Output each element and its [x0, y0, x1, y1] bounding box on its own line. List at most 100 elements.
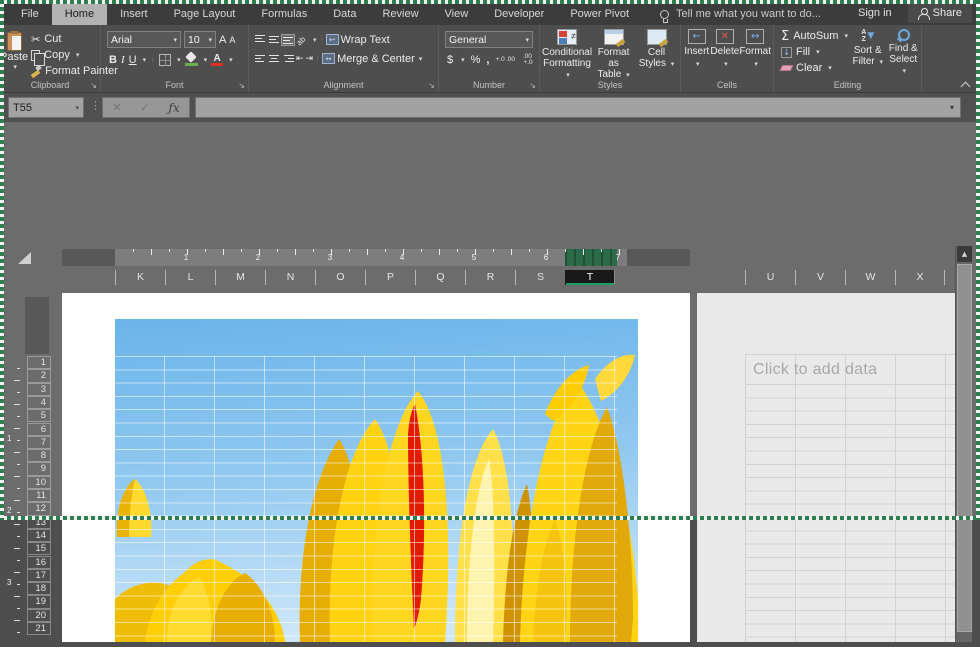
font-family-combobox[interactable]: Arial ▾	[107, 31, 181, 48]
row-header-13[interactable]: 13	[27, 516, 51, 529]
row-header-9[interactable]: 9	[27, 462, 51, 475]
fill-button[interactable]: ↓ Fill ▾	[778, 44, 850, 60]
shrink-font-button[interactable]: A	[229, 35, 235, 45]
copy-dropdown-icon[interactable]: ▾	[76, 51, 80, 59]
click-to-add-data-placeholder[interactable]: Click to add data	[753, 361, 877, 379]
currency-dropdown-icon[interactable]: ▾	[461, 56, 465, 64]
font-color-dropdown-icon[interactable]: ▾	[229, 56, 233, 64]
scroll-up-icon[interactable]: ▲	[957, 246, 972, 262]
row-header-17[interactable]: 17	[27, 569, 51, 582]
worksheet-page-2[interactable]: Click to add data	[697, 293, 955, 642]
formula-input[interactable]: ▾	[195, 97, 961, 118]
fill-dropdown-icon[interactable]: ▾	[816, 48, 820, 56]
borders-icon[interactable]	[159, 54, 171, 66]
borders-dropdown-icon[interactable]: ▾	[177, 56, 181, 64]
cancel-icon[interactable]: ✕	[112, 101, 121, 114]
share-button[interactable]: Share	[908, 2, 972, 23]
row-header-2[interactable]: 2	[27, 369, 51, 382]
tab-view[interactable]: View	[432, 3, 482, 25]
delete-dropdown-icon[interactable]: ▾	[724, 59, 728, 70]
decrease-decimal-button[interactable]: .00 +.0	[521, 54, 535, 66]
orientation-button[interactable]: ab	[295, 32, 311, 48]
number-dialog-launcher[interactable]: ↘	[529, 81, 536, 90]
tab-file[interactable]: File	[8, 3, 52, 25]
font-color-icon[interactable]: A	[211, 53, 223, 66]
formula-bar-resize-handle[interactable]: ⋮	[90, 99, 101, 112]
underline-dropdown-icon[interactable]: ▾	[143, 56, 147, 64]
name-box[interactable]: T55 ▾	[8, 97, 84, 118]
select-all-corner-icon[interactable]	[18, 252, 31, 264]
tab-power-pivot[interactable]: Power Pivot	[557, 3, 642, 25]
row-header-19[interactable]: 19	[27, 595, 51, 608]
increase-decimal-button[interactable]: +.0 .00	[495, 57, 515, 63]
bold-button[interactable]: B	[109, 54, 117, 66]
clear-dropdown-icon[interactable]: ▾	[828, 64, 832, 72]
sign-in-link[interactable]: Sign in	[858, 7, 892, 19]
row-header-14[interactable]: 14	[27, 529, 51, 542]
column-header-S[interactable]: S	[515, 270, 565, 285]
row-header-10[interactable]: 10	[27, 476, 51, 489]
wrap-text-button[interactable]: Wrap Text	[341, 34, 390, 46]
grow-font-button[interactable]: A	[219, 34, 226, 46]
tab-review[interactable]: Review	[369, 3, 431, 25]
column-header-L[interactable]: L	[165, 270, 215, 285]
align-right-button[interactable]	[282, 54, 294, 64]
row-header-16[interactable]: 16	[27, 556, 51, 569]
collapse-ribbon-button[interactable]	[962, 82, 970, 87]
column-header-U[interactable]: U	[745, 270, 795, 285]
tab-formulas[interactable]: Formulas	[248, 3, 320, 25]
row-header-15[interactable]: 15	[27, 542, 51, 555]
font-size-dropdown-icon[interactable]: ▾	[208, 36, 212, 44]
number-format-combobox[interactable]: General ▾	[445, 31, 533, 48]
insert-dropdown-icon[interactable]: ▾	[696, 59, 700, 70]
clear-button[interactable]: Clear ▾	[778, 60, 850, 76]
scrollbar-thumb[interactable]	[957, 264, 972, 632]
tab-page-layout[interactable]: Page Layout	[161, 3, 249, 25]
fill-color-icon[interactable]	[185, 53, 198, 66]
font-family-dropdown-icon[interactable]: ▾	[173, 36, 177, 44]
underline-button[interactable]: U	[129, 54, 137, 66]
column-header-X[interactable]: X	[895, 270, 945, 285]
row-header-3[interactable]: 3	[27, 383, 51, 396]
clipboard-dialog-launcher[interactable]: ↘	[90, 81, 97, 90]
row-header-5[interactable]: 5	[27, 409, 51, 422]
alignment-dialog-launcher[interactable]: ↘	[428, 81, 435, 90]
fill-color-dropdown-icon[interactable]: ▾	[204, 56, 208, 64]
orientation-dropdown-icon[interactable]: ▾	[313, 36, 317, 44]
column-header-Q[interactable]: Q	[415, 270, 465, 285]
bottom-align-button[interactable]	[282, 35, 294, 45]
number-format-dropdown-icon[interactable]: ▾	[525, 36, 529, 44]
top-align-button[interactable]	[254, 35, 266, 45]
tab-developer[interactable]: Developer	[481, 3, 557, 25]
row-header-4[interactable]: 4	[27, 396, 51, 409]
insert-function-icon[interactable]: ƒx	[168, 101, 179, 115]
font-size-combobox[interactable]: 10 ▾	[184, 31, 216, 48]
middle-align-button[interactable]	[268, 35, 280, 45]
row-header-21[interactable]: 21	[27, 622, 51, 635]
row-header-20[interactable]: 20	[27, 609, 51, 622]
merge-center-button[interactable]: Merge & Center	[337, 53, 415, 65]
row-header-11[interactable]: 11	[27, 489, 51, 502]
tell-me-box[interactable]: Tell me what you want to do...	[660, 3, 821, 25]
comma-style-button[interactable]: ,	[486, 54, 489, 66]
row-header-12[interactable]: 12	[27, 502, 51, 515]
row-header-1[interactable]: 1	[27, 356, 51, 369]
row-header-8[interactable]: 8	[27, 449, 51, 462]
enter-icon[interactable]: ✓	[140, 101, 149, 114]
column-header-T[interactable]: T	[565, 270, 615, 285]
currency-button[interactable]: $	[447, 54, 453, 66]
expand-formula-bar-icon[interactable]: ▾	[950, 103, 954, 112]
column-header-V[interactable]: V	[795, 270, 845, 285]
tab-data[interactable]: Data	[320, 3, 369, 25]
increase-indent-button[interactable]: ⇥	[306, 54, 314, 64]
decrease-indent-button[interactable]: ⇤	[296, 54, 304, 64]
column-header-W[interactable]: W	[845, 270, 895, 285]
vertical-scrollbar[interactable]: ▲	[955, 246, 972, 642]
format-dropdown-icon[interactable]: ▾	[754, 59, 758, 70]
align-center-button[interactable]	[268, 54, 280, 64]
column-header-K[interactable]: K	[115, 270, 165, 285]
name-box-dropdown-icon[interactable]: ▾	[75, 104, 79, 112]
autosum-button[interactable]: Σ AutoSum ▾	[778, 28, 850, 44]
paste-dropdown-icon[interactable]: ▾	[13, 63, 17, 71]
row-header-6[interactable]: 6	[27, 423, 51, 436]
